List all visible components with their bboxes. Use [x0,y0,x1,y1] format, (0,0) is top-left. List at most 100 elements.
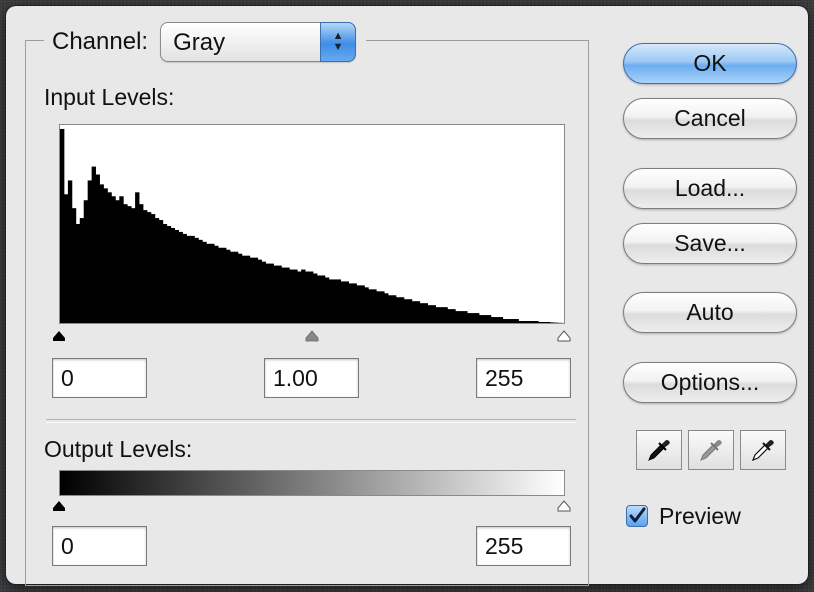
input-gamma-handle[interactable] [305,330,319,342]
channel-row: Channel: Gray ▲ ▼ [44,20,367,64]
histogram-bar [534,321,539,323]
histogram-bar [249,257,255,323]
histogram-bar [91,166,96,323]
histogram-bar [451,309,456,323]
histogram-bar [427,305,432,323]
histogram-bar [289,269,294,323]
histogram-bar [431,305,436,323]
histogram-bar [447,309,452,323]
histogram-bar [222,247,227,323]
histogram-bar [542,322,547,323]
histogram-bar [494,317,500,323]
preview-checkbox[interactable] [626,505,648,527]
up-down-arrows-icon: ▲ ▼ [320,22,357,62]
histogram-bar [388,295,393,323]
input-white-point-handle[interactable] [557,330,571,342]
black-point-eyedropper-icon [648,440,670,461]
histogram-bar [79,218,85,323]
histogram-bar [83,200,89,323]
histogram-bar [332,279,338,323]
input-black-field[interactable]: 0 [52,358,147,398]
histogram-bar [502,319,508,323]
load-button[interactable]: Load... [623,168,797,209]
histogram-bar [498,317,504,323]
histogram-bar [154,218,160,323]
white-point-eyedropper-icon [751,440,774,462]
histogram-bar [301,269,306,323]
histogram-bar [340,281,346,323]
histogram-bar [166,225,172,323]
gray-point-eyedropper-icon [700,440,722,461]
histogram-bar [210,243,215,323]
histogram-bar [439,307,444,323]
histogram-bar [372,289,377,323]
histogram-bar [411,301,417,323]
histogram-bar [194,237,199,323]
channel-select[interactable]: Gray ▲ ▼ [160,22,357,62]
histogram-bar [435,307,440,323]
histogram-bar [356,285,361,323]
options-button[interactable]: Options... [623,362,797,403]
input-gamma-field[interactable]: 1.00 [264,358,359,398]
white-point-eyedropper[interactable] [740,430,786,470]
histogram-bar [368,289,373,323]
histogram-bar [316,275,322,323]
input-black-point-handle[interactable] [52,330,66,342]
histogram-bar [257,259,262,323]
gray-point-eyedropper[interactable] [688,430,734,470]
histogram-bar [490,317,496,323]
auto-button[interactable]: Auto [623,292,797,333]
histogram-bar [538,322,543,323]
checkmark-icon [629,507,646,523]
histogram-bar [514,319,519,323]
output-white-field[interactable]: 255 [476,526,571,566]
histogram-bar [407,299,413,323]
histogram-bar [139,204,144,323]
histogram-bar [486,315,492,323]
histogram-bar [399,297,405,323]
cancel-button[interactable]: Cancel [623,98,797,139]
histogram-chart [59,124,565,324]
histogram-bar [150,214,156,323]
histogram-bar [143,210,148,323]
histogram-bar [455,311,460,323]
histogram-bar [522,321,527,323]
histogram-bar [67,180,73,323]
histogram-bar [328,279,334,323]
histogram-bar [202,241,207,323]
histogram-bar [170,227,176,323]
channel-label: Channel: [52,28,149,55]
histogram-bar [99,184,104,323]
ok-button[interactable]: OK [623,43,797,84]
histogram-bar [245,255,251,323]
histogram-bar [297,271,302,323]
save-button[interactable]: Save... [623,223,797,264]
histogram-bar [506,319,512,323]
histogram-bar [344,281,349,323]
histogram-bar [63,194,69,323]
black-point-eyedropper[interactable] [636,430,682,470]
histogram-bar [237,253,243,323]
histogram-bar [293,269,298,323]
histogram-bar [530,321,535,323]
histogram-bar [229,251,235,323]
histogram-bar [115,200,120,323]
histogram-bar [158,220,164,323]
histogram-bar [348,283,353,323]
histogram-bar [71,208,77,323]
output-black-field[interactable]: 0 [52,526,147,566]
output-white-point-handle[interactable] [557,500,571,512]
input-white-field[interactable]: 255 [476,358,571,398]
histogram-bar [380,291,385,323]
histogram-bar [281,267,286,323]
histogram-bar [510,319,515,323]
histogram-bar [518,321,523,323]
histogram-bar [103,188,108,323]
histogram-bar [182,233,187,323]
output-black-point-handle[interactable] [52,500,66,512]
histogram-bar [320,275,326,323]
histogram-bar [285,267,290,323]
histogram-bar [60,128,65,323]
histogram-bar [277,265,282,323]
histogram-bar [546,322,551,323]
